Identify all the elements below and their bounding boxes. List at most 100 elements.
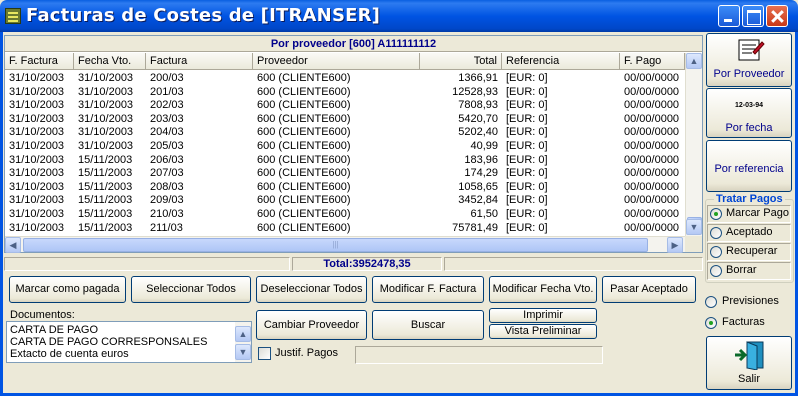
modificar-fecha-vto-button[interactable]: Modificar Fecha Vto. [489,276,597,303]
borrar-label[interactable]: Borrar [726,264,757,276]
por-referencia-button[interactable]: Por referencia [706,140,792,192]
table-row[interactable]: 31/10/2003 31/10/2003 205/03 600 (CLIENTE60… [5,140,685,153]
cell-total: 5202,40 [458,126,498,139]
cell-fecha-vto: 15/11/2003 [78,221,133,234]
cell-fecha-vto: 31/10/2003 [78,72,134,84]
cell-fecha-pago: 00/00/0000 [624,126,680,139]
cell-fecha-pago: 00/00/0000 [624,180,680,193]
cell-total: 3452,84 [458,194,498,207]
cell-fecha-pago: 00/00/0000 [624,153,680,166]
deseleccionar-todos-button[interactable]: Deseleccionar Todos [256,276,367,303]
app-icon[interactable] [5,8,21,24]
horizontal-scrollbar[interactable]: ◀ ||| ▶ [5,236,685,253]
table-row[interactable]: 31/10/2003 15/11/2003 209/03 600 (CLIENTE60… [5,194,685,207]
cell-fecha-vto: 31/10/2003 [78,140,134,152]
cell-total: 40,99 [470,140,498,152]
previsiones-radio[interactable] [705,296,717,308]
cell-referencia: [EUR: 0] [506,208,548,220]
cell-fecha-factura: 31/10/2003 [9,72,65,84]
scroll-down-button[interactable]: ▼ [235,344,251,360]
facturas-radio[interactable] [705,317,717,329]
cell-proveedor: 600 (CLIENTE600) [257,194,351,207]
column-header-proveedor[interactable]: Proveedor [253,53,420,70]
scrollbar-corner [685,236,702,252]
date-icon: 12-03-94 [734,102,764,109]
marcar-pagada-button[interactable]: Marcar como pagada [9,276,126,303]
column-header-fecha-factura[interactable]: F. Factura [5,53,74,70]
table-row[interactable]: 31/10/2003 15/11/2003 207/03 600 (CLIENTE60… [5,167,685,180]
cambiar-proveedor-button[interactable]: Cambiar Proveedor [256,310,367,340]
cell-factura: 202/03 [150,99,184,112]
seleccionar-todos-button[interactable]: Seleccionar Todos [131,276,251,303]
cell-total: 7808,93 [458,99,498,112]
cell-factura: 208/03 [150,180,184,193]
horizontal-scroll-thumb[interactable]: ||| [23,238,648,252]
documents-scrollbar[interactable]: ▲ ▼ [235,322,251,362]
cell-factura: 201/03 [150,85,184,98]
aceptado-radio[interactable] [710,227,722,239]
table-row[interactable]: 31/10/2003 31/10/2003 200/03 600 (CLIENTE60… [5,72,685,85]
por-fecha-button[interactable]: 12-03-94 Por fecha [706,88,792,138]
imprimir-button[interactable]: Imprimir [489,308,597,323]
recuperar-radio[interactable] [710,246,722,258]
column-header-fecha-vto[interactable]: Fecha Vto. [74,53,146,70]
aceptado-label[interactable]: Aceptado [726,226,772,238]
borrar-radio[interactable] [710,265,722,277]
cell-total: 1366,91 [458,72,498,84]
cell-fecha-factura: 31/10/2003 [9,167,65,180]
table-row[interactable]: 31/10/2003 31/10/2003 202/03 600 (CLIENTE60… [5,99,685,112]
recuperar-label[interactable]: Recuperar [726,245,777,257]
por-proveedor-button[interactable]: Por Proveedor [706,33,792,87]
scroll-up-button[interactable]: ▲ [235,326,251,342]
scroll-right-button[interactable]: ▶ [667,237,683,253]
list-item[interactable]: CARTA DE PAGO [10,324,98,336]
column-header-referencia[interactable]: Referencia [502,53,620,70]
documents-listbox[interactable]: CARTA DE PAGO CARTA DE PAGO CORRESPONSAL… [6,321,252,363]
list-item[interactable]: Extacto de cuenta euros [10,348,129,360]
cell-fecha-factura: 31/10/2003 [9,153,65,166]
salir-button[interactable]: Salir [706,336,792,390]
invoice-icon [738,39,765,61]
cell-fecha-vto: 31/10/2003 [78,85,134,98]
cell-total: 183,96 [464,153,498,166]
table-row[interactable]: 31/10/2003 15/11/2003 210/03 600 (CLIENTE60… [5,208,685,221]
salir-label: Salir [737,373,760,385]
table-row[interactable]: 31/10/2003 31/10/2003 203/03 600 (CLIENTE60… [5,113,685,126]
scroll-left-button[interactable]: ◀ [5,237,21,253]
vista-preliminar-button[interactable]: Vista Preliminar [489,324,597,339]
grid-rows[interactable]: 31/10/2003 31/10/2003 200/03 600 (CLIENTE60… [5,70,685,236]
table-row[interactable]: 31/10/2003 31/10/2003 204/03 600 (CLIENTE60… [5,126,685,139]
cell-fecha-vto: 31/10/2003 [78,112,134,125]
cell-fecha-pago: 00/00/0000 [624,140,680,152]
maximize-button[interactable] [742,5,764,27]
justif-pagos-checkbox[interactable] [258,347,271,360]
facturas-label[interactable]: Facturas [722,316,765,328]
cell-referencia: [EUR: 0] [506,194,548,207]
modificar-factura-button[interactable]: Modificar F. Factura [372,276,484,303]
column-header-factura[interactable]: Factura [146,53,253,70]
minimize-button[interactable] [718,5,740,27]
close-button[interactable] [766,5,788,27]
previsiones-label[interactable]: Previsiones [722,295,779,307]
cell-fecha-vto: 15/11/2003 [78,180,133,193]
table-row[interactable]: 31/10/2003 15/11/2003 208/03 600 (CLIENTE60… [5,181,685,194]
marcar-pago-radio[interactable] [710,208,722,220]
invoice-grid[interactable]: Por proveedor [600] A111111112 F. Factur… [4,35,703,253]
column-header-total[interactable]: Total [420,53,502,70]
column-header-fecha-pago[interactable]: F. Pago [620,53,685,70]
scroll-down-button[interactable]: ▼ [686,219,702,235]
list-item[interactable]: CARTA DE PAGO CORRESPONSALES [10,336,207,348]
cell-fecha-pago: 00/00/0000 [624,221,680,234]
cell-fecha-factura: 31/10/2003 [9,112,65,125]
cell-fecha-factura: 31/10/2003 [9,140,65,152]
pasar-aceptado-button[interactable]: Pasar Aceptado [602,276,696,303]
cell-fecha-pago: 00/00/0000 [624,194,680,207]
scroll-up-button[interactable]: ▲ [686,53,702,69]
por-proveedor-label: Por Proveedor [713,68,785,80]
buscar-button[interactable]: Buscar [372,310,484,340]
table-row[interactable]: 31/10/2003 15/11/2003 211/03 600 (CLIENTE60… [5,222,685,235]
marcar-pago-label[interactable]: Marcar Pago [726,207,789,219]
table-row[interactable]: 31/10/2003 31/10/2003 201/03 600 (CLIENTE60… [5,86,685,99]
vertical-scrollbar[interactable]: ▲ ▼ [685,53,702,236]
table-row[interactable]: 31/10/2003 15/11/2003 206/03 600 (CLIENTE60… [5,154,685,167]
